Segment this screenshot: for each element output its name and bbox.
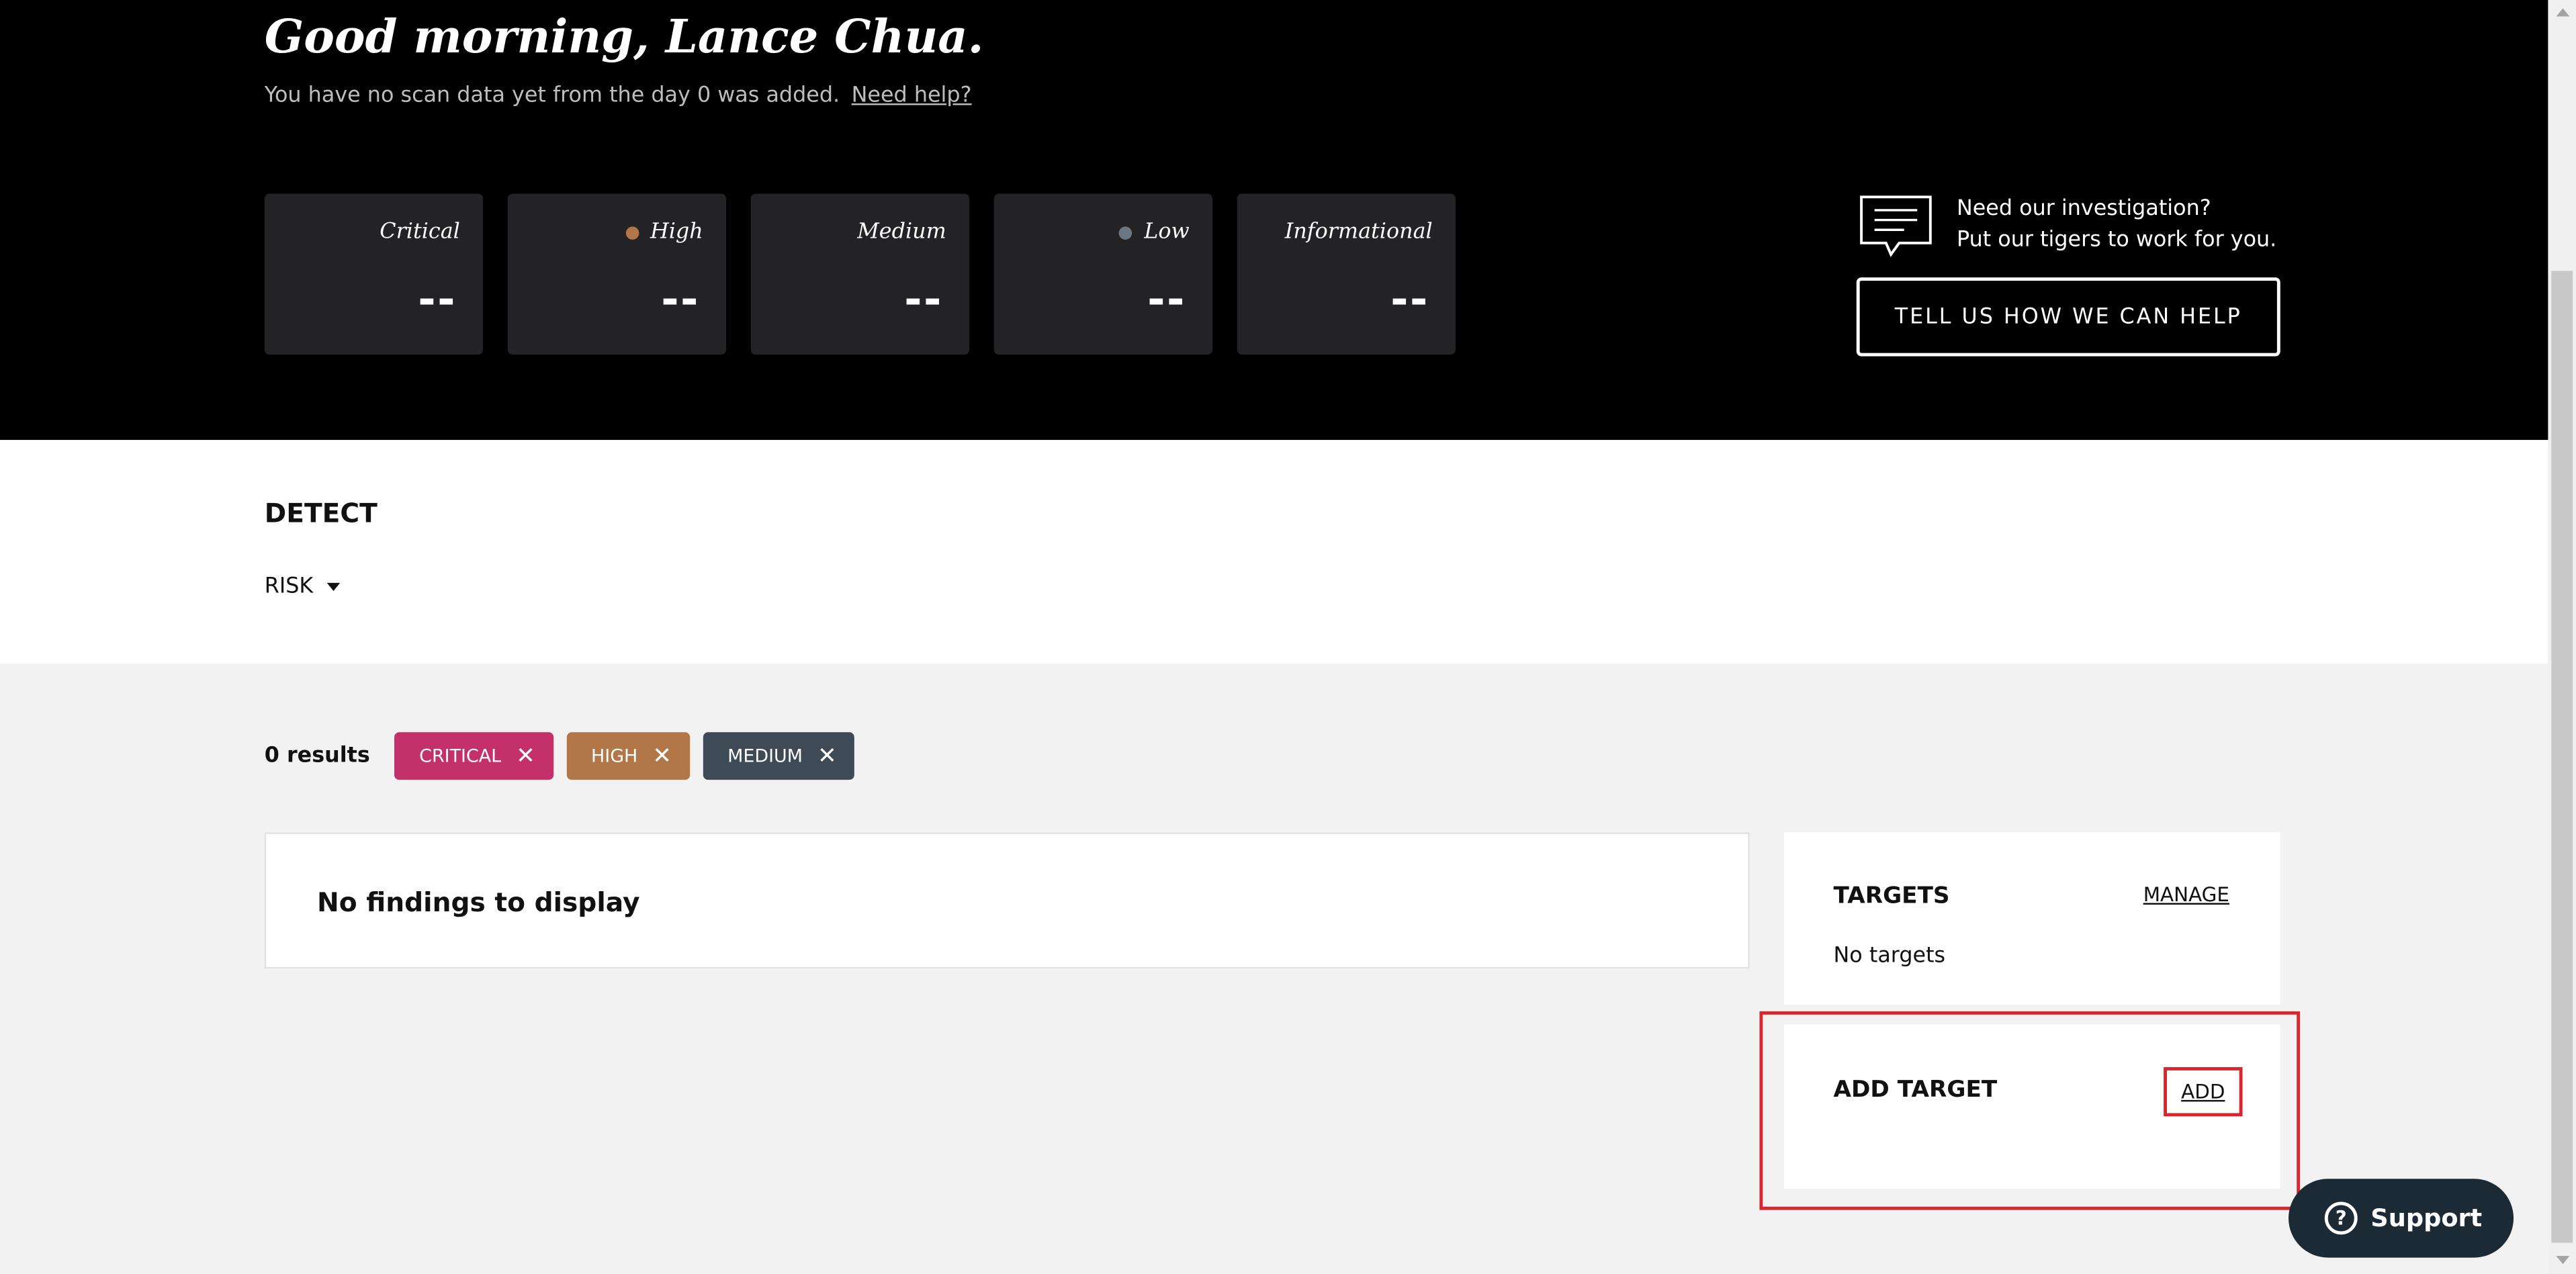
findings-panel: No findings to display bbox=[264, 832, 1750, 969]
targets-panel: TARGETS MANAGE No targets bbox=[1784, 832, 2280, 1005]
severity-card-low[interactable]: Low -- bbox=[993, 193, 1213, 355]
filter-chip-high[interactable]: HIGH ✕ bbox=[566, 732, 690, 780]
severity-count: -- bbox=[661, 275, 700, 326]
tell-us-help-button[interactable]: TELL US HOW WE CAN HELP bbox=[1856, 277, 2280, 357]
risk-label: RISK bbox=[264, 574, 314, 600]
severity-label: Medium bbox=[857, 220, 946, 245]
severity-card-medium[interactable]: Medium -- bbox=[750, 193, 970, 355]
close-icon[interactable]: ✕ bbox=[652, 743, 672, 769]
no-targets-label: No targets bbox=[1833, 944, 1946, 969]
severity-card-informational[interactable]: Informational -- bbox=[1237, 193, 1456, 355]
targets-title: TARGETS bbox=[1833, 883, 1950, 910]
results-count: 0 results bbox=[264, 743, 370, 769]
detect-title: DETECT bbox=[264, 497, 377, 529]
need-help-link[interactable]: Need help? bbox=[852, 84, 972, 109]
investigation-promo: Need our investigation? Put our tigers t… bbox=[1858, 193, 2276, 266]
severity-label: Informational bbox=[1284, 220, 1433, 245]
hero-banner: Good morning, Lance Chua. You have no sc… bbox=[0, 0, 2548, 441]
severity-label: Critical bbox=[380, 220, 460, 245]
severity-count: -- bbox=[418, 275, 457, 326]
question-icon: ? bbox=[2324, 1201, 2358, 1235]
severity-card-critical[interactable]: Critical -- bbox=[264, 193, 484, 355]
severity-count: -- bbox=[904, 275, 943, 326]
scan-status-text: You have no scan data yet from the day 0… bbox=[265, 84, 972, 109]
filter-chip-critical[interactable]: CRITICAL ✕ bbox=[394, 732, 553, 780]
severity-cards: Critical -- High -- Medium -- Low -- Inf… bbox=[264, 193, 1456, 355]
severity-count: -- bbox=[1390, 275, 1429, 326]
support-label: Support bbox=[2370, 1203, 2483, 1233]
caret-down-icon bbox=[326, 582, 340, 592]
investigation-line-2: Put our tigers to work for you. bbox=[1956, 228, 2277, 253]
filter-chip-medium[interactable]: MEDIUM ✕ bbox=[703, 732, 855, 780]
risk-dropdown[interactable]: RISK bbox=[264, 574, 340, 600]
vertical-scrollbar[interactable] bbox=[2548, 0, 2576, 1274]
scan-status-message: You have no scan data yet from the day 0… bbox=[264, 83, 840, 109]
severity-label: Low bbox=[1119, 220, 1190, 244]
greeting-title: Good morning, Lance Chua. bbox=[264, 9, 984, 64]
chip-label: CRITICAL bbox=[419, 745, 502, 767]
add-target-link-highlight: ADD bbox=[2164, 1066, 2243, 1117]
close-icon[interactable]: ✕ bbox=[516, 743, 535, 769]
close-icon[interactable]: ✕ bbox=[817, 743, 837, 769]
manage-targets-link[interactable]: MANAGE bbox=[2143, 883, 2229, 906]
no-findings-label: No findings to display bbox=[317, 886, 640, 918]
support-button[interactable]: ? Support bbox=[2288, 1179, 2514, 1258]
add-target-title: ADD TARGET bbox=[1833, 1077, 1998, 1103]
chat-bubble-icon bbox=[1858, 193, 1934, 266]
high-dot-icon bbox=[625, 226, 639, 239]
scrollbar-thumb[interactable] bbox=[2551, 271, 2573, 1243]
investigation-line-1: Need our investigation? bbox=[1956, 197, 2211, 222]
scroll-up-icon[interactable] bbox=[2556, 8, 2570, 17]
page: Good morning, Lance Chua. You have no sc… bbox=[0, 0, 2576, 1274]
results-filter-bar: 0 results CRITICAL ✕ HIGH ✕ MEDIUM ✕ bbox=[265, 732, 855, 780]
investigation-text: Need our investigation? Put our tigers t… bbox=[1957, 193, 2276, 256]
low-dot-icon bbox=[1119, 226, 1133, 239]
chip-label: HIGH bbox=[591, 745, 638, 767]
chip-label: MEDIUM bbox=[727, 745, 803, 767]
severity-label: High bbox=[625, 220, 703, 244]
severity-count: -- bbox=[1147, 275, 1186, 326]
scroll-down-icon[interactable] bbox=[2556, 1256, 2570, 1265]
detect-section: DETECT RISK bbox=[0, 440, 2548, 664]
add-target-link[interactable]: ADD bbox=[2181, 1081, 2225, 1103]
severity-card-high[interactable]: High -- bbox=[507, 193, 727, 355]
